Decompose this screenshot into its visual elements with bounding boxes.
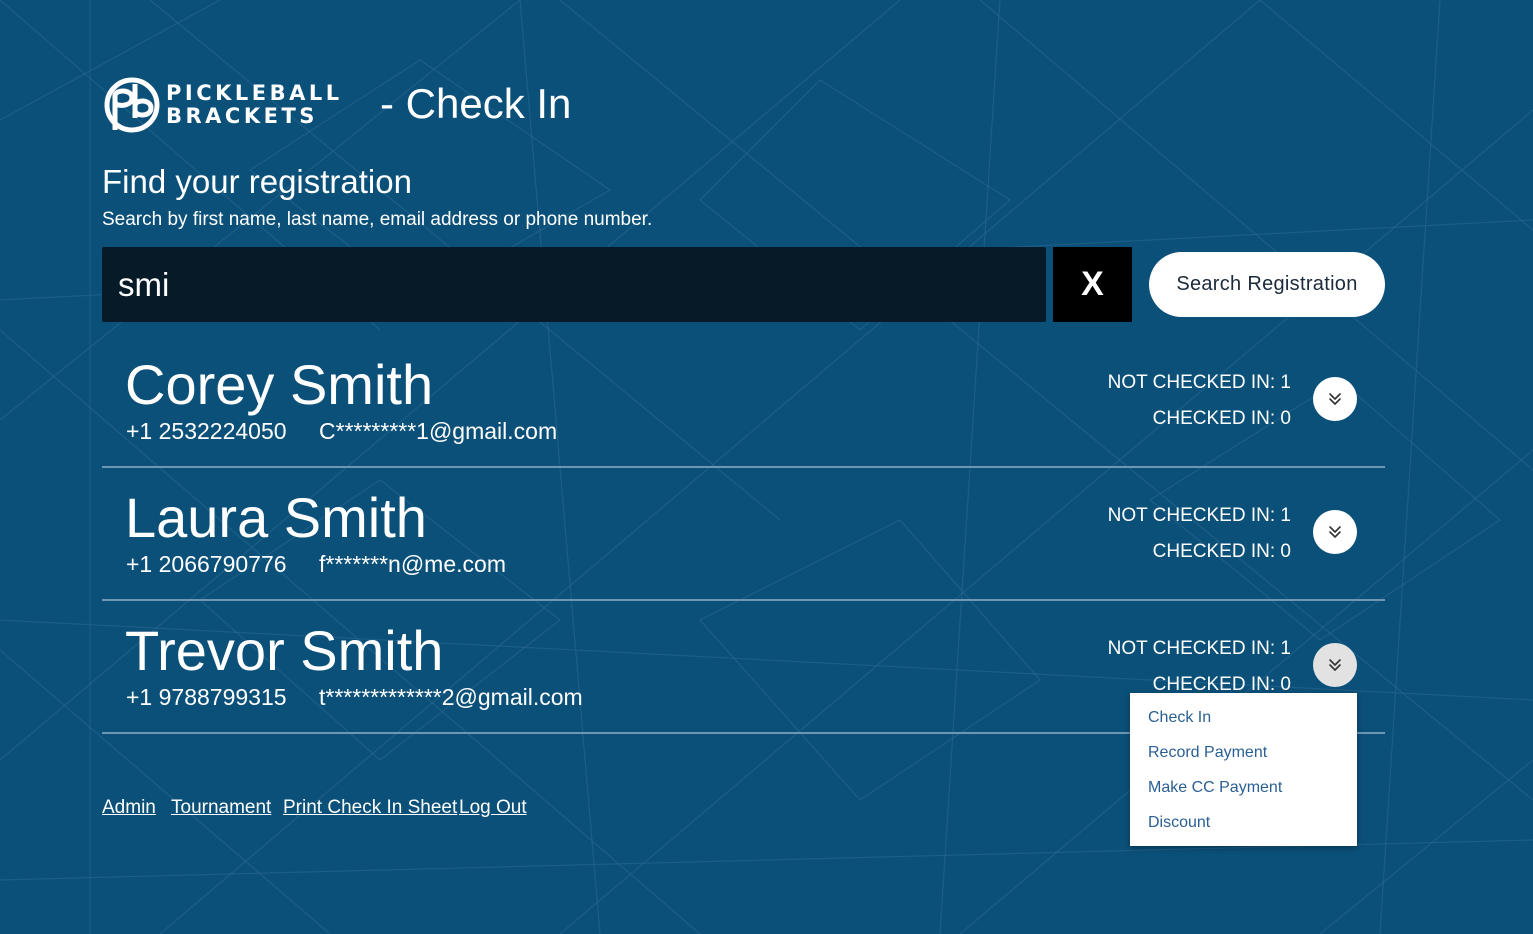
not-checked-in-stat: NOT CHECKED IN: 1: [1108, 372, 1291, 394]
result-row: Laura Smith +1 2066790776 f*******n@me.c…: [102, 467, 1385, 601]
menu-item-make-cc-payment[interactable]: Make CC Payment: [1148, 779, 1282, 797]
pickleball-brackets-logo: PICKLEBALL BRACKETS: [102, 74, 352, 136]
not-checked-in-count: 1: [1280, 505, 1291, 526]
check-in-page: PICKLEBALL BRACKETS - Check In Find your…: [0, 0, 1533, 934]
not-checked-in-label: NOT CHECKED IN:: [1107, 372, 1276, 393]
search-heading: Find your registration: [102, 163, 412, 200]
not-checked-in-count: 1: [1280, 638, 1291, 659]
registrant-name: Laura Smith: [125, 486, 427, 549]
print-check-in-sheet-link[interactable]: Print Check In Sheet: [283, 797, 457, 819]
double-chevron-down-icon: [1329, 659, 1341, 671]
logo-wordmark: PICKLEBALL BRACKETS: [166, 82, 343, 128]
registrant-phone: +1 2532224050: [126, 418, 287, 444]
clear-search-button[interactable]: X: [1053, 247, 1132, 322]
not-checked-in-count: 1: [1280, 372, 1291, 393]
expand-actions-button[interactable]: [1313, 643, 1357, 687]
menu-item-discount[interactable]: Discount: [1148, 814, 1210, 832]
actions-dropdown-menu: Check In Record Payment Make CC Payment …: [1130, 693, 1357, 846]
expand-actions-button[interactable]: [1313, 510, 1357, 554]
registrant-name: Corey Smith: [125, 353, 434, 416]
not-checked-in-stat: NOT CHECKED IN: 1: [1108, 638, 1291, 660]
registrant-name: Trevor Smith: [125, 619, 444, 682]
checked-in-label: CHECKED IN:: [1152, 541, 1276, 562]
registrant-phone: +1 9788799315: [126, 684, 287, 710]
expand-actions-button[interactable]: [1313, 377, 1357, 421]
tournament-link[interactable]: Tournament: [171, 797, 271, 819]
search-registration-button[interactable]: Search Registration: [1149, 252, 1385, 317]
menu-item-check-in[interactable]: Check In: [1148, 709, 1211, 727]
registrant-phone: +1 2066790776: [126, 551, 287, 577]
registrant-email: f*******n@me.com: [319, 551, 506, 577]
result-row: Corey Smith +1 2532224050 C*********1@gm…: [102, 334, 1385, 468]
registrant-email: C*********1@gmail.com: [319, 418, 558, 444]
search-input[interactable]: [102, 247, 1046, 322]
checked-in-stat: CHECKED IN: 0: [1153, 408, 1291, 430]
page-title: - Check In: [380, 80, 572, 127]
checked-in-count: 0: [1280, 674, 1291, 695]
checked-in-count: 0: [1280, 541, 1291, 562]
not-checked-in-label: NOT CHECKED IN:: [1107, 638, 1276, 659]
menu-item-record-payment[interactable]: Record Payment: [1148, 744, 1267, 762]
registrant-email: t*************2@gmail.com: [319, 684, 583, 710]
checked-in-label: CHECKED IN:: [1152, 408, 1276, 429]
search-instructions: Search by first name, last name, email a…: [102, 209, 653, 230]
logo-line-2: BRACKETS: [166, 104, 318, 128]
checked-in-label: CHECKED IN:: [1152, 674, 1276, 695]
not-checked-in-stat: NOT CHECKED IN: 1: [1108, 505, 1291, 527]
pb-logo-icon: [104, 77, 160, 133]
checked-in-count: 0: [1280, 408, 1291, 429]
double-chevron-down-icon: [1329, 393, 1341, 405]
logo-line-1: PICKLEBALL: [166, 81, 343, 105]
checked-in-stat: CHECKED IN: 0: [1153, 541, 1291, 563]
log-out-link[interactable]: Log Out: [459, 797, 527, 819]
double-chevron-down-icon: [1329, 526, 1341, 538]
not-checked-in-label: NOT CHECKED IN:: [1107, 505, 1276, 526]
admin-link[interactable]: Admin: [102, 797, 156, 819]
